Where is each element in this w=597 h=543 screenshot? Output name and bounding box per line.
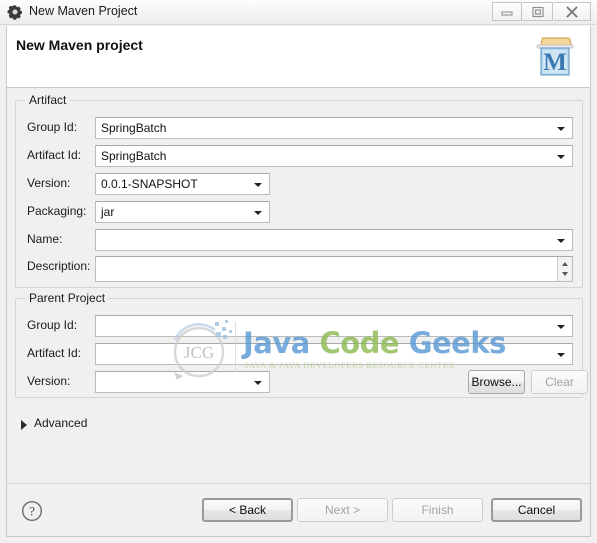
chevron-down-icon	[254, 183, 262, 187]
artifact-version-row: Version: 0.0.1-SNAPSHOT	[16, 173, 582, 195]
artifact-artifact-id-value: SpringBatch	[101, 149, 167, 163]
artifact-version-value: 0.0.1-SNAPSHOT	[101, 177, 198, 191]
svg-text:M: M	[543, 49, 567, 76]
artifact-group-legend: Artifact	[25, 93, 71, 107]
artifact-name-row: Name:	[16, 229, 582, 251]
finish-button: Finish	[392, 498, 483, 522]
parent-project-group: Parent Project Group Id: Artifact Id: Ve…	[15, 291, 588, 398]
artifact-group-id-label: Group Id:	[27, 120, 78, 134]
chevron-down-icon	[557, 325, 565, 329]
close-icon[interactable]	[554, 2, 591, 21]
new-maven-project-dialog: New Maven Project New Maven project M Ar…	[0, 0, 597, 543]
artifact-group-id-value: SpringBatch	[101, 121, 167, 135]
chevron-down-icon	[254, 381, 262, 385]
svg-text:?: ?	[29, 504, 35, 519]
parent-artifact-id-row: Artifact Id:	[16, 343, 582, 365]
minimize-icon[interactable]	[492, 2, 522, 21]
scroll-down-icon[interactable]	[562, 272, 568, 276]
back-button[interactable]: < Back	[202, 498, 293, 522]
wizard-footer: ? < Back Next > Finish Cancel	[6, 483, 591, 537]
parent-artifact-id-label: Artifact Id:	[27, 346, 82, 360]
window-title: New Maven Project	[29, 4, 138, 18]
parent-project-group-legend: Parent Project	[25, 291, 110, 305]
artifact-packaging-value: jar	[101, 205, 115, 219]
artifact-description-label: Description:	[27, 259, 91, 273]
artifact-name-label: Name:	[27, 232, 63, 246]
title-bar: New Maven Project	[0, 0, 597, 25]
artifact-packaging-label: Packaging:	[27, 204, 87, 218]
artifact-group: Artifact Group Id: SpringBatch Artifact …	[15, 93, 583, 288]
artifact-name-combo[interactable]	[95, 229, 573, 251]
artifact-version-label: Version:	[27, 176, 71, 190]
artifact-packaging-row: Packaging: jar	[16, 201, 582, 223]
help-icon[interactable]: ?	[21, 500, 43, 522]
browse-button[interactable]: Browse...	[468, 370, 525, 394]
parent-version-combo[interactable]	[95, 371, 270, 393]
artifact-artifact-id-row: Artifact Id: SpringBatch	[16, 145, 582, 167]
artifact-version-combo[interactable]: 0.0.1-SNAPSHOT	[95, 173, 270, 195]
wizard-page-body: Artifact Group Id: SpringBatch Artifact …	[6, 88, 591, 483]
artifact-group-id-row: Group Id: SpringBatch	[16, 117, 582, 139]
artifact-artifact-id-combo[interactable]: SpringBatch	[95, 145, 573, 167]
maven-project-icon: M	[530, 32, 580, 82]
artifact-description-textarea[interactable]	[95, 256, 573, 282]
parent-group-id-row: Group Id:	[16, 315, 582, 337]
artifact-description-row: Description:	[16, 256, 582, 282]
advanced-label: Advanced	[34, 416, 88, 430]
artifact-artifact-id-label: Artifact Id:	[27, 148, 82, 162]
scroll-up-icon[interactable]	[562, 262, 568, 266]
parent-version-label: Version:	[27, 374, 71, 388]
chevron-down-icon	[557, 353, 565, 357]
page-title: New Maven project	[16, 37, 143, 53]
restore-icon[interactable]	[523, 2, 553, 21]
artifact-group-id-combo[interactable]: SpringBatch	[95, 117, 573, 139]
parent-group-id-label: Group Id:	[27, 318, 78, 332]
parent-group-id-combo[interactable]	[95, 315, 573, 337]
chevron-down-icon	[254, 211, 262, 215]
next-button: Next >	[297, 498, 388, 522]
chevron-down-icon	[557, 127, 565, 131]
description-scroll-buttons[interactable]	[557, 257, 572, 281]
artifact-packaging-combo[interactable]: jar	[95, 201, 270, 223]
wizard-header: New Maven project M	[6, 26, 591, 88]
cancel-button[interactable]: Cancel	[491, 498, 582, 522]
parent-artifact-id-combo[interactable]	[95, 343, 573, 365]
clear-button: Clear	[531, 370, 588, 394]
gear-icon	[7, 4, 23, 20]
chevron-down-icon	[557, 239, 565, 243]
chevron-right-icon	[21, 420, 27, 430]
chevron-down-icon	[557, 155, 565, 159]
